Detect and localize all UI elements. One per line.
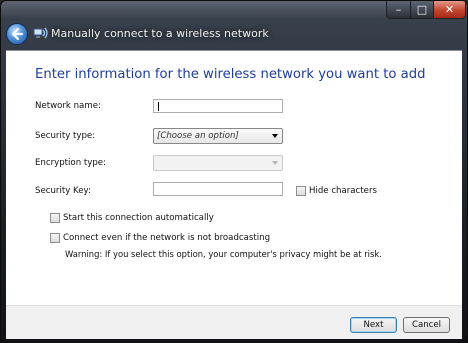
dialog-footer: Next Cancel: [6, 305, 462, 339]
chevron-down-icon: [272, 161, 278, 165]
back-arrow-icon: [11, 27, 24, 41]
page-heading: Enter information for the wireless netwo…: [35, 67, 426, 82]
encryption-type-label: Encryption type:: [35, 158, 106, 168]
maximize-button[interactable]: □: [410, 1, 434, 19]
minimize-button[interactable]: –: [386, 1, 411, 19]
connect-not-broadcasting-checkbox[interactable]: [50, 233, 60, 243]
encryption-type-dropdown[interactable]: [153, 155, 283, 171]
chevron-down-icon: [272, 134, 278, 138]
network-icon: [33, 27, 48, 39]
dialog-window: – □ ✕ Manually connect to a wireless net…: [0, 0, 468, 343]
privacy-warning-text: Warning: If you select this option, your…: [65, 249, 382, 259]
back-button[interactable]: [6, 23, 28, 45]
security-type-value: [Choose an option]: [157, 131, 239, 141]
text-caret: [158, 102, 159, 111]
hide-characters-label: Hide characters: [309, 186, 377, 196]
start-automatically-label: Start this connection automatically: [63, 213, 214, 223]
start-automatically-checkbox[interactable]: [50, 213, 60, 223]
hide-characters-checkbox[interactable]: [296, 186, 306, 196]
security-type-label: Security type:: [35, 131, 96, 141]
security-key-label: Security Key:: [35, 186, 91, 196]
connect-not-broadcasting-label: Connect even if the network is not broad…: [63, 233, 271, 243]
network-name-input[interactable]: [153, 99, 283, 113]
cancel-button[interactable]: Cancel: [403, 317, 450, 333]
window-title: Manually connect to a wireless network: [51, 27, 269, 40]
security-key-input[interactable]: [153, 182, 283, 196]
next-button[interactable]: Next: [350, 317, 397, 333]
close-button[interactable]: ✕: [433, 1, 466, 19]
dialog-content: Enter information for the wireless netwo…: [6, 50, 462, 305]
network-name-label: Network name:: [35, 101, 101, 111]
security-type-dropdown[interactable]: [Choose an option]: [153, 128, 283, 144]
